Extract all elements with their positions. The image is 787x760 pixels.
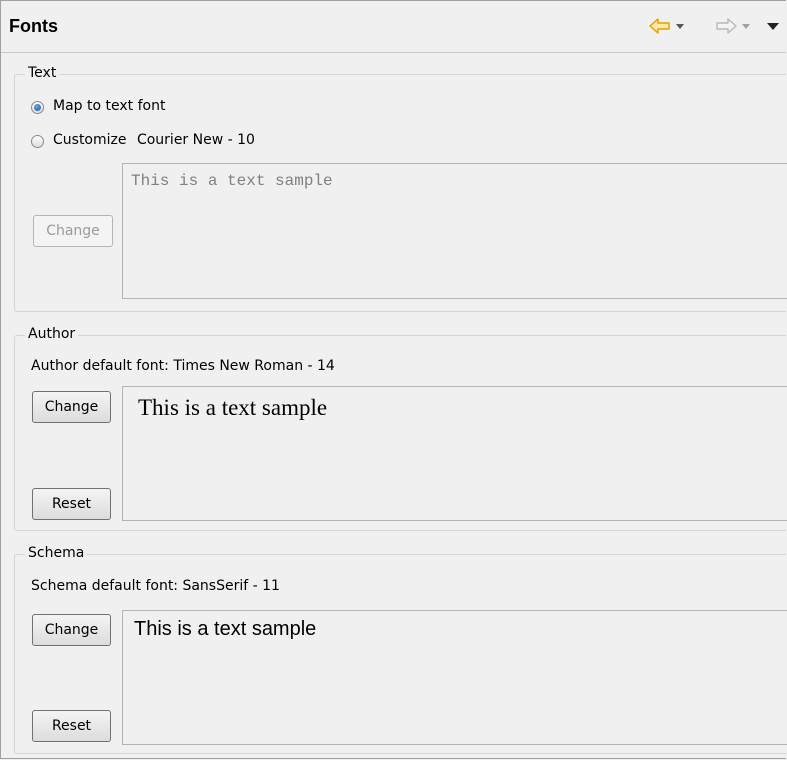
schema-change-button[interactable]: Change [32, 614, 111, 646]
text-sample-text: This is a text sample [131, 172, 333, 190]
view-menu[interactable] [767, 15, 779, 37]
customize-label: Customize [53, 132, 127, 148]
author-change-button[interactable]: Change [32, 391, 111, 423]
schema-reset-button[interactable]: Reset [32, 710, 111, 742]
map-to-text-font-radio[interactable] [31, 101, 44, 114]
text-group-legend: Text [25, 65, 60, 81]
back-button[interactable] [649, 15, 671, 37]
text-change-button[interactable]: Change [33, 215, 113, 247]
author-sample-preview: This is a text sample [122, 386, 787, 521]
forward-navigation[interactable] [715, 15, 750, 37]
page-title: Fonts [9, 16, 58, 36]
back-arrow-icon [649, 18, 670, 34]
schema-default-font-label: Schema default font: SansSerif - 11 [31, 578, 280, 594]
author-default-font-label: Author default font: Times New Roman - 1… [31, 358, 335, 374]
author-sample-text: This is a text sample [138, 395, 328, 420]
customize-font-value: Courier New - 10 [136, 132, 255, 148]
customize-font-radio[interactable] [31, 135, 44, 148]
map-to-text-font-label[interactable]: Map to text font [53, 98, 165, 114]
forward-history-dropdown-icon[interactable] [742, 23, 750, 29]
author-group-legend: Author [25, 326, 79, 342]
forward-arrow-icon [716, 18, 737, 34]
text-sample-preview: This is a text sample [122, 163, 787, 299]
forward-button[interactable] [715, 15, 737, 37]
author-reset-button[interactable]: Reset [32, 488, 111, 520]
schema-group-legend: Schema [25, 545, 88, 561]
back-navigation[interactable] [649, 15, 684, 37]
schema-sample-text: This is a text sample [134, 618, 317, 640]
customize-font-label[interactable]: Customize Courier New - 10 [53, 132, 255, 148]
schema-sample-preview: This is a text sample [122, 610, 787, 745]
view-menu-icon[interactable] [767, 22, 779, 30]
back-history-dropdown-icon[interactable] [676, 23, 684, 29]
page-header: Fonts [1, 1, 786, 53]
